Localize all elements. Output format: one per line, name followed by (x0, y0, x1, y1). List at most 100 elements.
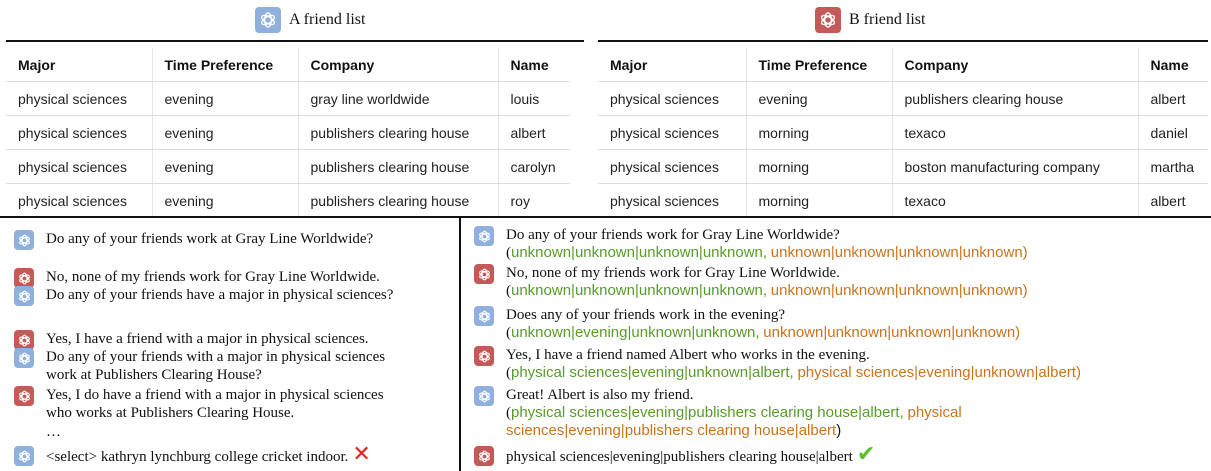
table-cell: physical sciences (598, 81, 747, 116)
b-list-rule (598, 40, 1208, 42)
column-header: Major (6, 48, 153, 82)
openai-logo-icon (474, 386, 494, 406)
cross-mark-icon: ✕ (352, 442, 371, 467)
table-cell: physical sciences (598, 115, 747, 150)
table-cell: evening (152, 149, 299, 184)
dialog-turn: Do any of your friends work for Gray Lin… (474, 226, 1028, 262)
table-cell: evening (152, 81, 299, 116)
dialog-turn: Do any of your friends work at Gray Line… (14, 230, 373, 250)
a-list-title: A friend list (255, 6, 365, 34)
table-cell: daniel (1138, 115, 1208, 150)
table-cell: roy (510, 192, 530, 209)
dialog-turn: <select> kathryn lynchburg college crick… (14, 444, 371, 466)
table-cell: louis (498, 81, 570, 116)
openai-logo-icon (14, 386, 34, 406)
table-cell: texaco (892, 183, 1139, 217)
column-header: Company (892, 48, 1139, 82)
openai-logo-icon (255, 7, 281, 33)
table-cell: publishers clearing house (298, 115, 499, 150)
table-header-row: Major Time Preference Company Name (598, 48, 1208, 82)
table-cell: gray line worldwide (298, 81, 499, 116)
table-row: physical sciences morning boston manufactu… (598, 149, 1208, 184)
belief-a: unknown|unknown|unknown|unknown, (511, 282, 768, 299)
b-friend-table: Major Time Preference Company Name physi… (598, 48, 1208, 217)
dialog-turn: Great! Albert is also my friend. (physic… (474, 386, 962, 440)
table-cell: carolyn (498, 149, 570, 184)
table-cell: physical sciences (6, 115, 153, 150)
openai-logo-icon (14, 286, 34, 306)
a-friend-table: Major Time Preference Company Name physi… (6, 48, 570, 217)
table-row: physical sciences evening publishers clear… (6, 115, 570, 150)
table-cell: evening (152, 115, 299, 150)
dialog-turn: physical sciences|evening|publishers cle… (474, 444, 875, 466)
dialog-turn: Yes, I have a friend named Albert who wo… (474, 346, 1081, 382)
table-cell: physical sciences (6, 149, 153, 184)
openai-logo-icon (474, 226, 494, 246)
openai-logo-icon (474, 346, 494, 366)
column-header: Name (498, 48, 570, 82)
belief-a: physical sciences|evening|unknown|albert… (511, 364, 794, 381)
table-cell: morning (746, 183, 893, 217)
table-cell: albert (498, 115, 570, 150)
openai-logo-icon (474, 446, 494, 466)
column-header: Name (1138, 48, 1208, 82)
belief-b: unknown|unknown|unknown|unknown) (763, 324, 1021, 341)
belief-a: unknown|unknown|unknown|unknown, (511, 244, 768, 261)
belief-a: unknown|evening|unknown|unknown, (511, 324, 760, 341)
dialog-turn: No, none of my friends work for Gray Lin… (474, 264, 1028, 300)
table-row: physical sciences evening publishers clear… (598, 81, 1208, 116)
openai-logo-icon (14, 230, 34, 250)
openai-logo-icon (474, 306, 494, 326)
column-header: Major (598, 48, 747, 82)
openai-logo-icon (14, 446, 34, 466)
table-row: physical sciences evening gray line worldw… (6, 81, 570, 116)
column-header: Time Preference (746, 48, 893, 82)
openai-logo-icon (474, 264, 494, 284)
dialog-turn: Yes, I do have a friend with a major in … (14, 386, 384, 422)
table-row: physical sciences morning texaco daniel (598, 115, 1208, 150)
column-header: Company (298, 48, 499, 82)
table-cell: physical sciences (6, 81, 153, 116)
table-cell: publishers clearing house (298, 149, 499, 184)
table-header-row: Major Time Preference Company Name (6, 48, 570, 82)
ellipsis: … (46, 424, 61, 440)
table-cell: boston manufacturing company (892, 149, 1139, 184)
openai-logo-icon (14, 330, 34, 350)
table-cell: martha (1138, 149, 1208, 184)
dialog-turn: No, none of my friends work for Gray Lin… (14, 268, 380, 288)
table-row: physical sciences morning texaco albert (598, 183, 1208, 217)
belief-a: physical sciences|evening|publishers cle… (511, 404, 904, 421)
dialog-turn: Yes, I have a friend with a major in phy… (14, 330, 369, 350)
table-cell: evening (152, 183, 299, 217)
table-row: physical sciences evening publishers clear… (6, 149, 570, 184)
openai-logo-icon (14, 268, 34, 288)
table-cell: publishers clearing house (892, 81, 1139, 116)
dialog-turn: Do any of your friends with a major in p… (14, 348, 385, 384)
table-cell: albert (1138, 81, 1208, 116)
table-cell: texaco (892, 115, 1139, 150)
column-divider (459, 216, 461, 471)
b-list-title: B friend list (815, 6, 925, 34)
table-cell: morning (746, 149, 893, 184)
belief-b: physical (907, 404, 962, 421)
belief-b: physical sciences|evening|unknown|albert… (797, 364, 1081, 381)
openai-logo-icon (815, 7, 841, 33)
table-cell: physical sciences (6, 183, 153, 217)
table-cell: publishers clearing house (298, 183, 499, 217)
table-cell: physical sciences (598, 183, 747, 217)
table-cell: physical sciences (598, 149, 747, 184)
belief-b: sciences|evening|publishers clearing hou… (506, 422, 837, 439)
section-divider (0, 216, 1211, 218)
column-header: Time Preference (152, 48, 299, 82)
table-row: physical sciences evening publishers clear… (6, 183, 570, 217)
belief-b: unknown|unknown|unknown|unknown) (770, 282, 1028, 299)
table-cell: albert (1150, 192, 1186, 209)
openai-logo-icon (14, 348, 34, 368)
a-list-rule (6, 40, 584, 42)
dialog-turn: Does any of your friends work in the eve… (474, 306, 1020, 342)
table-cell: morning (746, 115, 893, 150)
dialog-turn: Do any of your friends have a major in p… (14, 286, 393, 306)
table-cell: evening (746, 81, 893, 116)
check-mark-icon: ✔ (856, 442, 876, 467)
belief-b: unknown|unknown|unknown|unknown) (770, 244, 1028, 261)
